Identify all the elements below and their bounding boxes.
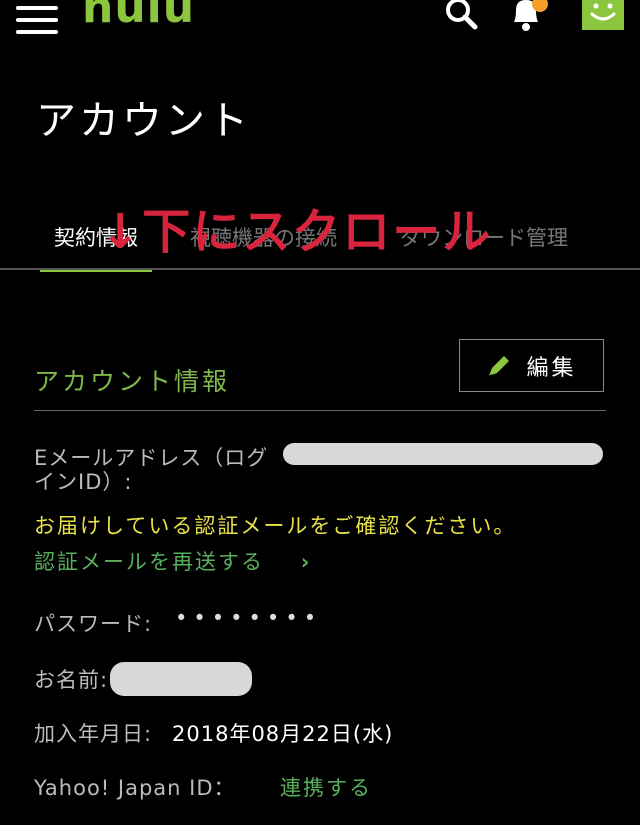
password-value: ••••••••	[175, 606, 323, 630]
yahoo-id-label: Yahoo! Japan ID：	[34, 776, 236, 800]
app-header: hulu	[0, 0, 640, 48]
name-label: お名前:	[34, 668, 109, 692]
section-title-account-info: アカウント情報	[34, 367, 231, 396]
scroll-down-annotation: ↓下にスクロール	[100, 204, 493, 260]
resend-verification-link[interactable]: 認証メールを再送する ›	[34, 546, 311, 576]
pencil-icon	[489, 355, 510, 376]
hulu-logo[interactable]: hulu	[82, 0, 195, 30]
resend-link-label: 認証メールを再送する	[34, 550, 264, 574]
email-value-redacted	[283, 443, 603, 465]
page-title: アカウント	[36, 98, 251, 144]
tabs-divider	[0, 268, 640, 270]
join-date-value: 2018年08月22日(水)	[172, 722, 394, 746]
verify-email-notice: お届けしている認証メールをご確認ください。	[34, 514, 517, 538]
password-label: パスワード:	[34, 612, 153, 636]
edit-button-label: 編集	[526, 355, 577, 381]
email-label: Eメールアドレス（ログインID）:	[34, 446, 269, 494]
join-date-label: 加入年月日:	[34, 722, 153, 746]
section-divider	[34, 410, 606, 411]
search-icon[interactable]	[444, 0, 478, 30]
avatar-smiley-icon[interactable]	[582, 0, 624, 30]
notification-badge	[532, 0, 548, 12]
edit-button[interactable]: 編集	[459, 339, 604, 392]
name-value-redacted	[110, 662, 252, 696]
yahoo-link-button[interactable]: 連携する	[280, 772, 372, 802]
menu-icon[interactable]	[16, 6, 58, 34]
chevron-right-icon: ›	[300, 550, 312, 574]
